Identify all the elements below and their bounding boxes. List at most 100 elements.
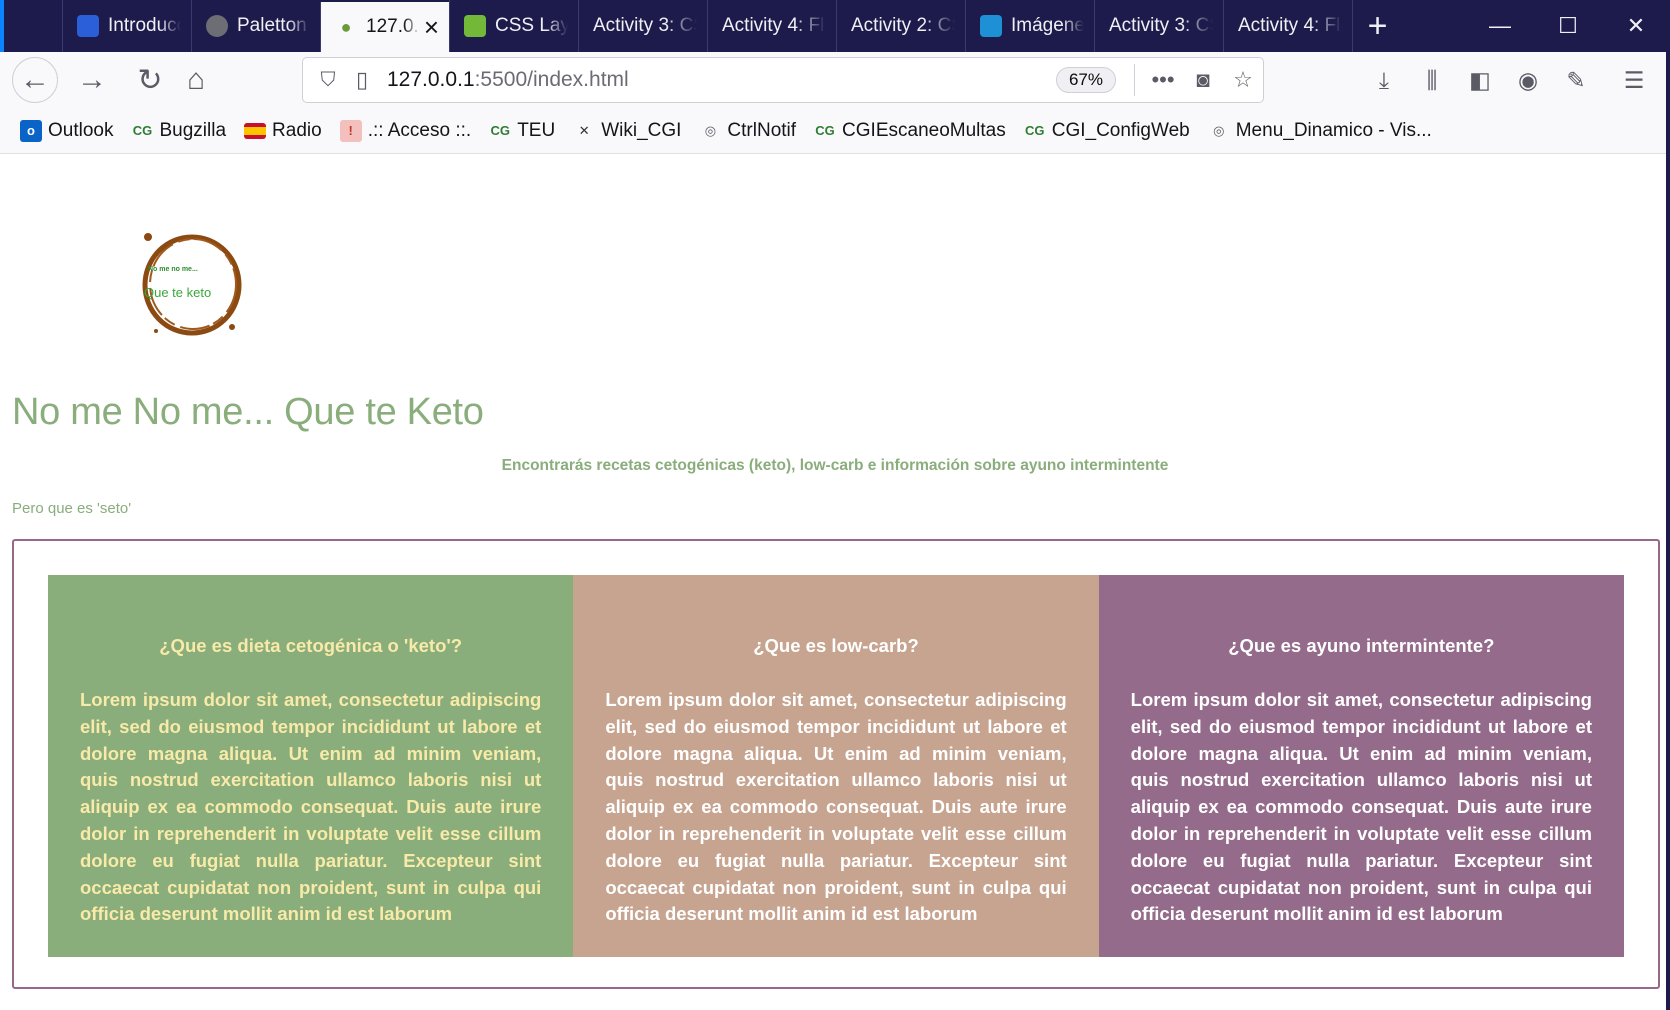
tab-title: Activity 2: CSS <box>851 15 955 36</box>
sidebar-icon[interactable]: ◧ <box>1456 67 1504 94</box>
bookmarks-toolbar: o Outlook CG Bugzilla Radio !.:: Acceso ::. CG… <box>0 108 1670 154</box>
browser-tab[interactable]: Activity 4: Flexbox <box>707 0 836 52</box>
logo-text-top: No me no me... <box>148 266 198 273</box>
card-heading: ¿Que es low-carb? <box>753 635 919 656</box>
arrow-left-icon: ← <box>20 63 50 96</box>
page-subtitle: Encontrarás recetas cetogénicas (keto), … <box>501 457 1169 474</box>
image-icon <box>980 15 1002 37</box>
bookmark-label: Outlook <box>48 119 114 141</box>
card-heading: ¿Que es dieta cetogénica o 'keto'? <box>159 635 463 656</box>
close-tab-icon[interactable]: × <box>424 12 439 43</box>
page-actions-menu-icon[interactable]: ••• <box>1143 67 1183 93</box>
globe-icon: ◎ <box>1213 122 1225 138</box>
bookmark-item[interactable]: CG CGIEscaneoMultas <box>814 119 1006 142</box>
bookmark-label: Menu_Dinamico - Vis... <box>1235 119 1432 141</box>
bookmark-item[interactable]: ◎ CtrlNotif <box>699 120 796 142</box>
logo-text-bottom: Que te keto <box>144 285 211 300</box>
home-button[interactable]: ⌂ <box>174 58 218 102</box>
bookmark-item[interactable]: CG CGI_ConfigWeb <box>1024 120 1190 142</box>
forward-button[interactable]: → <box>70 58 114 102</box>
downloads-icon[interactable]: ⤓ <box>1360 67 1408 94</box>
tab-title: Activity 3: CSS <box>1109 15 1213 36</box>
bookmark-label: Radio <box>272 119 322 141</box>
globe-icon: ◎ <box>704 122 717 138</box>
close-window-icon[interactable]: ✕ <box>1602 0 1670 52</box>
intro-note: Pero que es 'seto' <box>12 500 132 517</box>
tab-strip: Introducción Paletton ● 127.0.0.1× CSS Layou… <box>0 0 1670 52</box>
zoom-level-badge[interactable]: 67% <box>1055 67 1116 93</box>
bookmark-item[interactable]: !.:: Acceso ::. <box>339 119 471 142</box>
bookmark-label: TEU <box>517 119 556 141</box>
bookmark-label: Wiki_CGI <box>601 119 682 141</box>
spain-flag-icon <box>244 122 267 139</box>
bookmark-item[interactable]: Radio <box>244 120 322 142</box>
extension-icon[interactable]: ✎ <box>1552 67 1600 94</box>
cgi-icon: CG <box>490 123 510 138</box>
address-bar[interactable]: ⛉ ▯ 127.0.0.1:5500/index.html 67% ••• ◙ … <box>302 57 1264 103</box>
hamburger-menu-icon[interactable]: ☰ <box>1610 67 1658 94</box>
bookmark-item[interactable]: o Outlook <box>20 119 114 142</box>
window-right-edge <box>1666 52 1670 1010</box>
card-low-carb: ¿Que es low-carb? Lorem ipsum dolor sit … <box>573 575 1099 957</box>
browser-tab[interactable]: Activity 4: Flexbox <box>1223 0 1352 52</box>
address-bar-separator <box>1134 64 1135 96</box>
new-tab-button[interactable]: + <box>1352 0 1402 52</box>
blue-d-icon <box>77 15 99 37</box>
paletton-icon <box>206 15 228 37</box>
bookmark-label: CtrlNotif <box>727 119 797 141</box>
bookmark-label: Bugzilla <box>159 119 227 141</box>
toolbar-right-icons: ⤓ ⫼ ◧ ◉ ✎ ☰ <box>1360 60 1658 100</box>
bookmark-item[interactable]: ✕ Wiki_CGI <box>573 119 682 142</box>
tab-title: Introducción <box>108 15 181 36</box>
browser-tab[interactable]: Activity 3: CSS <box>1094 0 1223 52</box>
account-icon[interactable]: ◉ <box>1504 67 1552 94</box>
browser-tab[interactable]: Activity 3: CSS <box>578 0 707 52</box>
css-layout-icon <box>464 15 486 37</box>
tab-title: Activity 3: CSS <box>593 15 697 36</box>
browser-tab[interactable]: Imágenes <box>965 0 1094 52</box>
browser-tab[interactable]: Paletton <box>191 0 320 52</box>
bookmark-item[interactable]: CG TEU <box>489 120 555 142</box>
reload-icon: ↻ <box>137 63 163 97</box>
browser-tab[interactable]: ● 127.0.0.1× <box>320 2 449 52</box>
back-button[interactable]: ← <box>12 57 58 103</box>
cards-row: ¿Que es dieta cetogénica o 'keto'? Lorem… <box>48 575 1624 957</box>
window-controls: — ☐ ✕ <box>1466 0 1670 52</box>
cgi-icon: CG <box>815 123 835 138</box>
bookmark-label: CGIEscaneoMultas <box>842 119 1006 141</box>
tracking-protection-shield-icon[interactable]: ⛉ <box>309 69 347 92</box>
page-info-icon[interactable]: ▯ <box>347 67 377 93</box>
url-host: 127.0.0.1 <box>387 68 475 91</box>
maximize-icon[interactable]: ☐ <box>1534 0 1602 52</box>
page-title: No me No me... Que te Keto <box>12 391 484 433</box>
tab-title: Imágenes <box>1011 15 1084 36</box>
card-ayuno: ¿Que es ayuno intermintente? Lorem ipsum… <box>1098 575 1624 957</box>
reload-button[interactable]: ↻ <box>128 58 172 102</box>
cgi-icon: CG <box>132 123 153 138</box>
minimize-icon[interactable]: — <box>1466 0 1534 52</box>
tab-title: Activity 4: Flexbox <box>1238 15 1342 36</box>
browser-tab[interactable]: Introducción <box>62 0 191 52</box>
home-icon: ⌂ <box>186 63 206 96</box>
browser-tab[interactable]: CSS Layout <box>449 0 578 52</box>
bookmark-star-icon[interactable]: ☆ <box>1223 67 1263 93</box>
cgi-icon: CG <box>1024 123 1045 138</box>
navigation-toolbar: ← → ↻ ⌂ ⛉ ▯ 127.0.0.1:5500/index.html 67… <box>0 52 1670 108</box>
avocado-icon: ● <box>340 16 352 37</box>
card-keto: ¿Que es dieta cetogénica o 'keto'? Lorem… <box>48 575 574 957</box>
bookmark-item[interactable]: CG Bugzilla <box>131 120 226 142</box>
page-viewport: No me no me... Que te keto No me No me..… <box>4 155 1666 1010</box>
card-body: Lorem ipsum dolor sit amet, consectetur … <box>80 689 542 925</box>
tab-title: Paletton <box>237 15 307 36</box>
pocket-icon[interactable]: ◙ <box>1183 67 1223 93</box>
bookmark-label: CGI_ConfigWeb <box>1051 119 1190 141</box>
library-icon[interactable]: ⫼ <box>1408 67 1456 94</box>
bookmark-item[interactable]: ◎ Menu_Dinamico - Vis... <box>1208 120 1432 142</box>
browser-tab[interactable]: Activity 2: CSS <box>836 0 965 52</box>
url-text[interactable]: 127.0.0.1:5500/index.html <box>387 68 1056 92</box>
tab-title: CSS Layout <box>495 15 568 36</box>
url-path: :5500/index.html <box>474 68 629 91</box>
coffee-ring-logo: No me no me... Que te keto <box>142 233 242 336</box>
acceso-icon: ! <box>339 119 362 142</box>
wiki-icon: ✕ <box>578 122 590 138</box>
